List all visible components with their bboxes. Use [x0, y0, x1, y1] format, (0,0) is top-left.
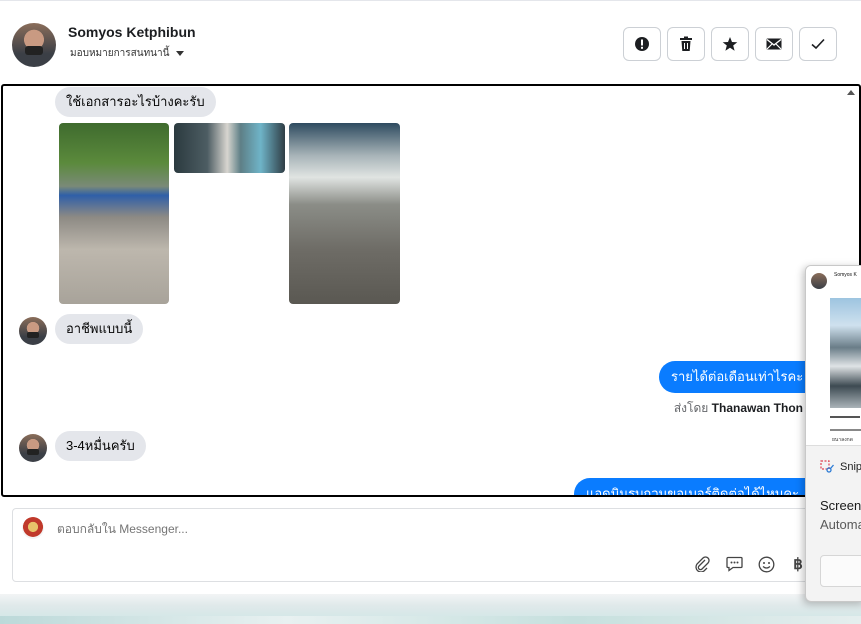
conversation-header: Somyos Ketphibun มอบหมายการสนทนานี้	[0, 0, 861, 84]
notification-subtitle: Automatically saved to screenshots folde…	[820, 517, 861, 532]
report-button[interactable]	[623, 27, 661, 61]
sent-by-name: Thanawan Thon	[711, 401, 803, 415]
assign-conversation-dropdown[interactable]: มอบหมายการสนทนานี้	[70, 46, 185, 61]
outgoing-message[interactable]: รายได้ต่อเดือนเท่าไรคะ	[659, 361, 816, 393]
check-icon	[811, 38, 825, 50]
envelope-icon	[766, 38, 782, 50]
notification-app-name: Snipping Tool	[840, 461, 861, 473]
thumbnail-image	[830, 298, 861, 408]
sent-by-label: ส่งโดย Thanawan Thon	[674, 399, 803, 418]
photo-attachment[interactable]	[174, 123, 285, 173]
reply-input[interactable]	[57, 522, 657, 536]
header-actions	[623, 27, 837, 61]
thumbnail-avatar	[811, 273, 827, 289]
message-thread[interactable]: ใช้เอกสารอะไรบ้างคะรับ อาชีพแบบนี้ รายได…	[1, 84, 861, 497]
scissors-icon	[820, 460, 834, 473]
incoming-message[interactable]: 3-4หมื่นครับ	[55, 431, 146, 461]
notification-action-button[interactable]	[820, 555, 861, 587]
taskbar	[0, 594, 861, 624]
sent-by-prefix: ส่งโดย	[673, 401, 709, 415]
mark-unread-button[interactable]	[755, 27, 793, 61]
notification-title: Screenshot copied to clipboard	[820, 498, 861, 513]
photo-attachment[interactable]	[289, 123, 400, 304]
incoming-message[interactable]: ใช้เอกสารอะไรบ้างคะรับ	[55, 87, 216, 117]
snipping-tool-notification[interactable]: Somyos K ยนาลงกด Snipping Tool Screensho…	[805, 265, 861, 602]
photo-attachment[interactable]	[59, 123, 169, 304]
smiley-icon[interactable]	[755, 553, 777, 575]
thumbnail-name: Somyos K	[834, 272, 857, 278]
contact-name[interactable]: Somyos Ketphibun	[68, 24, 196, 40]
mark-done-button[interactable]	[799, 27, 837, 61]
composer-tools: ฿	[691, 553, 809, 575]
contact-avatar-small[interactable]	[19, 434, 47, 462]
paperclip-icon[interactable]	[691, 553, 713, 575]
page-avatar	[22, 517, 44, 539]
contact-avatar[interactable]	[12, 23, 56, 67]
exclamation-circle-icon	[635, 37, 649, 51]
thumbnail-divider	[830, 416, 860, 418]
thumbnail-divider	[830, 429, 861, 431]
delete-button[interactable]	[667, 27, 705, 61]
messenger-inbox-page: Somyos Ketphibun มอบหมายการสนทนานี้ ใช้เ…	[0, 0, 861, 624]
star-icon	[722, 37, 738, 51]
outgoing-message[interactable]: แอดมินรบกวนขอเบอร์ติดต่อได้ไหมคะ	[574, 478, 812, 495]
chat-bubble-icon[interactable]	[723, 553, 745, 575]
screenshot-thumbnail[interactable]: Somyos K ยนาลงกด	[806, 266, 861, 446]
notification-app-row: Snipping Tool	[820, 460, 861, 474]
assign-label: มอบหมายการสนทนานี้	[70, 48, 170, 59]
reply-composer: ฿	[12, 508, 861, 582]
thumbnail-footer: ยนาลงกด	[832, 437, 853, 443]
scroll-up-arrow-icon[interactable]	[847, 90, 855, 95]
trash-icon	[680, 36, 692, 51]
star-button[interactable]	[711, 27, 749, 61]
caret-down-icon	[176, 51, 185, 56]
contact-avatar-small[interactable]	[19, 317, 47, 345]
incoming-message[interactable]: อาชีพแบบนี้	[55, 314, 144, 344]
